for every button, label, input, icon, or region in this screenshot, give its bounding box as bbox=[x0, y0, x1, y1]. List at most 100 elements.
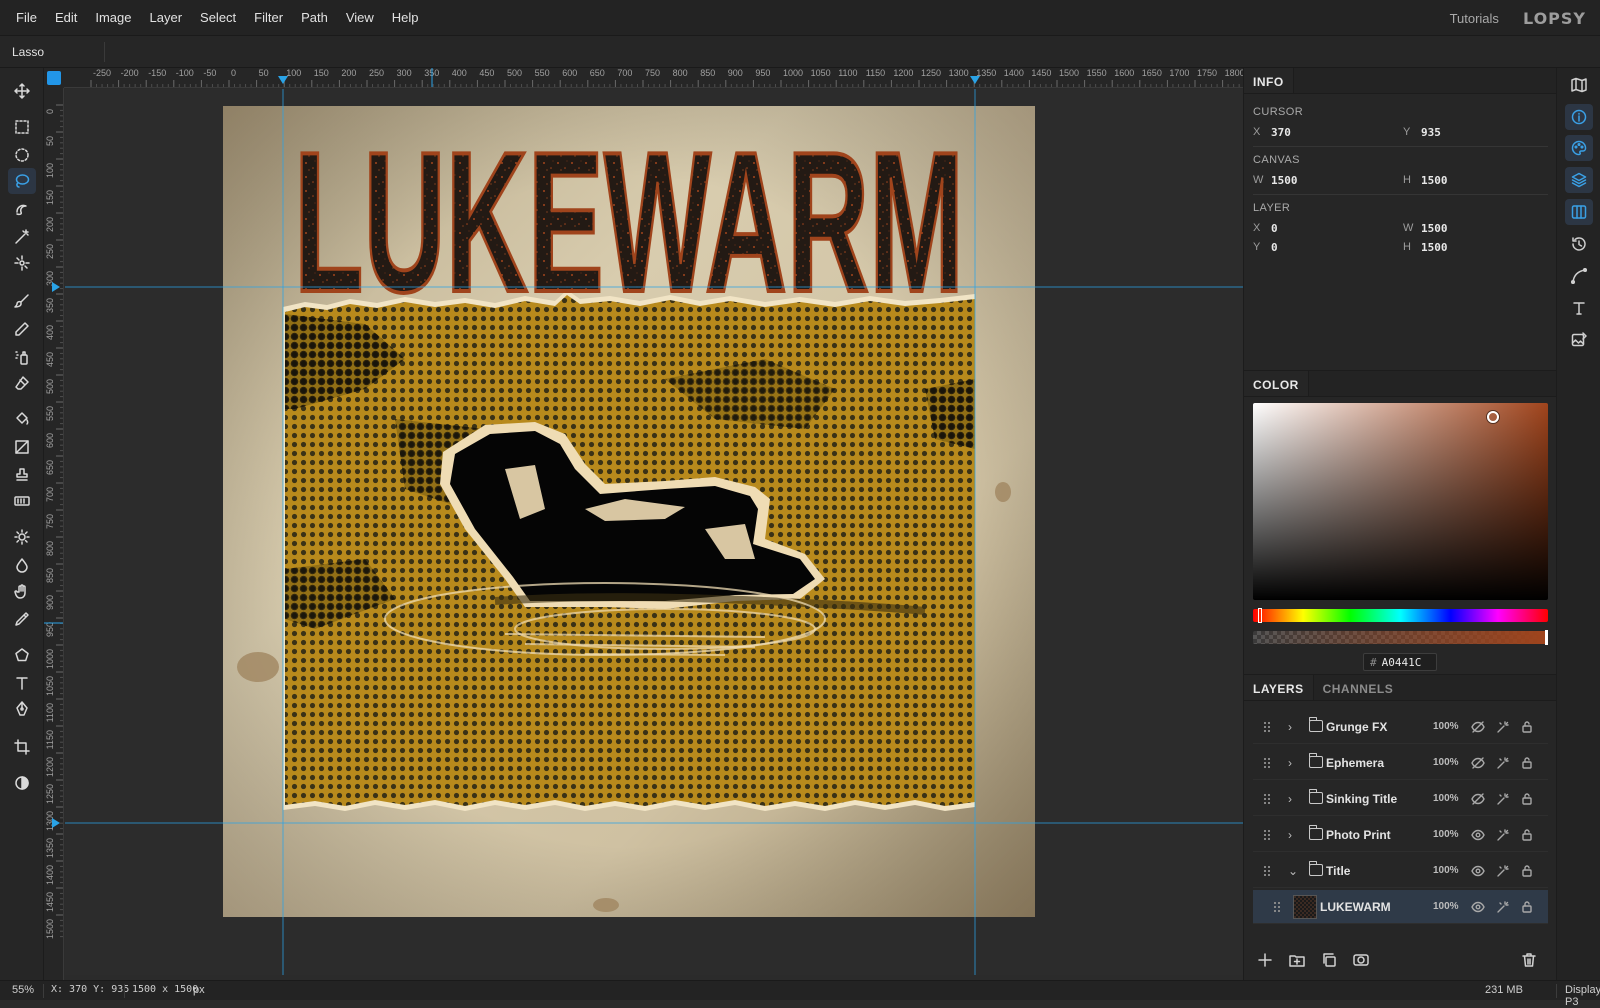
layer-group-row[interactable]: › Photo Print 100% bbox=[1253, 818, 1548, 852]
quick-select-tool[interactable] bbox=[8, 196, 36, 222]
eye-icon[interactable] bbox=[1471, 900, 1485, 914]
guide-marker[interactable] bbox=[52, 282, 60, 292]
drag-handle-icon[interactable] bbox=[1263, 793, 1271, 805]
blur-tool[interactable] bbox=[8, 552, 36, 578]
lasso-tool[interactable] bbox=[8, 168, 36, 194]
layer-opacity[interactable]: 100% bbox=[1433, 793, 1459, 804]
tab-layers[interactable]: LAYERS bbox=[1244, 675, 1314, 700]
drag-handle-icon[interactable] bbox=[1263, 721, 1271, 733]
add-group-button[interactable] bbox=[1289, 952, 1305, 968]
menu-help[interactable]: Help bbox=[392, 10, 419, 25]
tab-info[interactable]: INFO bbox=[1244, 68, 1294, 93]
dodge-tool[interactable] bbox=[8, 524, 36, 550]
layer-row[interactable]: LUKEWARM 100% bbox=[1253, 890, 1548, 924]
eye-icon[interactable] bbox=[1471, 864, 1485, 878]
contrast-tool[interactable] bbox=[8, 770, 36, 796]
zoom-level[interactable]: 55% bbox=[12, 984, 34, 996]
pattern-tool[interactable] bbox=[8, 488, 36, 514]
color-profile[interactable]: Display P3 bbox=[1565, 984, 1600, 1008]
navigator-button[interactable] bbox=[1565, 72, 1593, 98]
guide-marker[interactable] bbox=[278, 76, 288, 84]
lock-icon[interactable] bbox=[1520, 864, 1534, 878]
brush-tool[interactable] bbox=[8, 288, 36, 314]
effects-icon[interactable] bbox=[1496, 792, 1510, 806]
add-layer-button[interactable] bbox=[1257, 952, 1273, 968]
move-tool[interactable] bbox=[8, 78, 36, 104]
eyedropper-tool[interactable] bbox=[8, 606, 36, 632]
spray-tool[interactable] bbox=[8, 344, 36, 370]
effects-icon[interactable] bbox=[1496, 720, 1510, 734]
tutorials-link[interactable]: Tutorials bbox=[1450, 11, 1499, 26]
eye-off-icon[interactable] bbox=[1471, 720, 1485, 734]
eye-off-icon[interactable] bbox=[1471, 756, 1485, 770]
alpha-slider-handle[interactable] bbox=[1545, 630, 1548, 645]
tab-channels[interactable]: CHANNELS bbox=[1314, 675, 1403, 700]
alpha-slider[interactable] bbox=[1253, 631, 1548, 644]
gradient-tool[interactable] bbox=[8, 434, 36, 460]
menu-file[interactable]: File bbox=[16, 10, 37, 25]
duplicate-layer-button[interactable] bbox=[1321, 952, 1337, 968]
channels-button[interactable] bbox=[1565, 199, 1593, 225]
vertical-ruler[interactable]: 0 50 100 150 200 250 300 350 400 450 500 550 600 650 7… bbox=[44, 88, 64, 980]
ruler-corner[interactable] bbox=[44, 68, 64, 88]
layer-opacity[interactable]: 100% bbox=[1433, 829, 1459, 840]
menu-edit[interactable]: Edit bbox=[55, 10, 77, 25]
chevron-right-icon[interactable]: › bbox=[1288, 792, 1292, 806]
effects-icon[interactable] bbox=[1496, 864, 1510, 878]
drag-handle-icon[interactable] bbox=[1263, 757, 1271, 769]
layer-opacity[interactable]: 100% bbox=[1433, 757, 1459, 768]
chevron-down-icon[interactable]: ⌄ bbox=[1288, 864, 1298, 878]
text-tool[interactable] bbox=[8, 670, 36, 696]
layer-group-row[interactable]: › Sinking Title 100% bbox=[1253, 782, 1548, 816]
stamp-tool[interactable] bbox=[8, 462, 36, 488]
drag-handle-icon[interactable] bbox=[1263, 829, 1271, 841]
rect-select-tool[interactable] bbox=[8, 114, 36, 140]
magic-wand-tool[interactable] bbox=[8, 224, 36, 250]
lock-icon[interactable] bbox=[1520, 720, 1534, 734]
shape-tool[interactable] bbox=[8, 642, 36, 668]
drag-handle-icon[interactable] bbox=[1263, 865, 1271, 877]
hand-tool[interactable] bbox=[8, 578, 36, 604]
ellipse-select-tool[interactable] bbox=[8, 142, 36, 168]
bucket-tool[interactable] bbox=[8, 406, 36, 432]
paths-button[interactable] bbox=[1565, 263, 1593, 289]
saturation-value-picker[interactable] bbox=[1253, 403, 1548, 600]
lock-icon[interactable] bbox=[1520, 756, 1534, 770]
layer-opacity[interactable]: 100% bbox=[1433, 865, 1459, 876]
history-button[interactable] bbox=[1565, 231, 1593, 257]
hex-input[interactable]: # A0441C bbox=[1363, 653, 1437, 671]
eraser-tool[interactable] bbox=[8, 370, 36, 396]
info-button[interactable] bbox=[1565, 104, 1593, 130]
object-select-tool[interactable] bbox=[8, 250, 36, 276]
pencil-tool[interactable] bbox=[8, 316, 36, 342]
menu-path[interactable]: Path bbox=[301, 10, 328, 25]
eye-icon[interactable] bbox=[1471, 828, 1485, 842]
hue-slider[interactable] bbox=[1253, 609, 1548, 622]
guide-marker[interactable] bbox=[970, 76, 980, 84]
lock-icon[interactable] bbox=[1520, 828, 1534, 842]
layer-opacity[interactable]: 100% bbox=[1433, 721, 1459, 732]
layer-group-row[interactable]: ⌄ Title 100% bbox=[1253, 854, 1548, 888]
eye-off-icon[interactable] bbox=[1471, 792, 1485, 806]
delete-layer-button[interactable] bbox=[1521, 952, 1537, 968]
layer-group-row[interactable]: › Grunge FX 100% bbox=[1253, 710, 1548, 744]
chevron-right-icon[interactable]: › bbox=[1288, 828, 1292, 842]
image-button[interactable] bbox=[1565, 327, 1593, 353]
menu-view[interactable]: View bbox=[346, 10, 374, 25]
effects-icon[interactable] bbox=[1496, 756, 1510, 770]
menu-filter[interactable]: Filter bbox=[254, 10, 283, 25]
layers-button[interactable] bbox=[1565, 167, 1593, 193]
drag-handle-icon[interactable] bbox=[1273, 901, 1281, 913]
menu-image[interactable]: Image bbox=[95, 10, 131, 25]
color-picker-handle[interactable] bbox=[1487, 411, 1499, 423]
layer-opacity[interactable]: 100% bbox=[1433, 901, 1459, 912]
chevron-right-icon[interactable]: › bbox=[1288, 720, 1292, 734]
tab-color[interactable]: COLOR bbox=[1244, 371, 1309, 396]
color-button[interactable] bbox=[1565, 135, 1593, 161]
canvas-area[interactable]: LUKEWARM bbox=[65, 89, 1243, 975]
hue-slider-handle[interactable] bbox=[1258, 608, 1262, 623]
layer-group-row[interactable]: › Ephemera 100% bbox=[1253, 746, 1548, 780]
character-button[interactable] bbox=[1565, 295, 1593, 321]
effects-icon[interactable] bbox=[1496, 900, 1510, 914]
document-canvas[interactable]: LUKEWARM bbox=[65, 89, 1243, 975]
